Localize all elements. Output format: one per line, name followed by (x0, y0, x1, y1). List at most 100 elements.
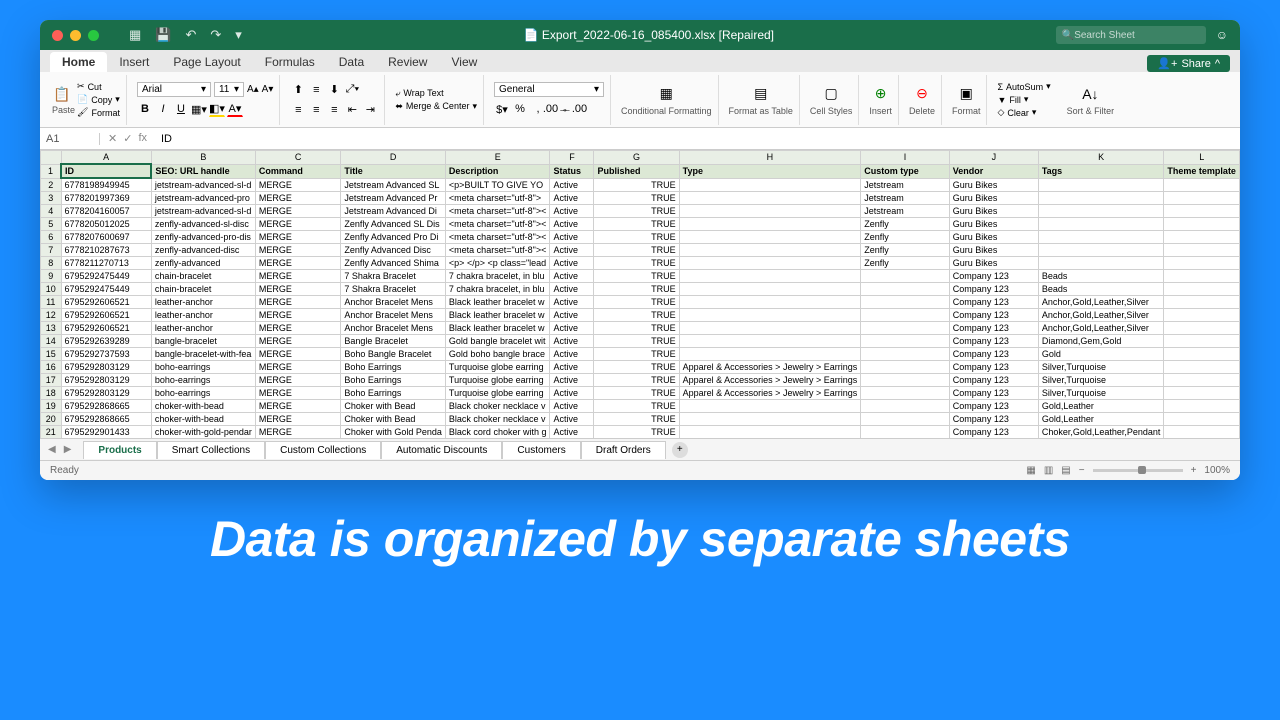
insert-button[interactable]: ⊕Insert (863, 75, 899, 125)
currency-icon[interactable]: $▾ (494, 101, 510, 117)
cell[interactable]: TRUE (594, 192, 679, 205)
cell[interactable]: Boho Earrings (341, 361, 446, 374)
cell[interactable] (861, 270, 950, 283)
col-header[interactable] (41, 151, 62, 165)
sheet-tab-automatic-discounts[interactable]: Automatic Discounts (381, 441, 502, 459)
cell[interactable]: MERGE (255, 244, 340, 257)
row-header[interactable]: 11 (41, 296, 62, 309)
cell[interactable]: Active (550, 387, 594, 400)
col-header[interactable]: F (550, 151, 594, 165)
row-header[interactable]: 15 (41, 348, 62, 361)
cell[interactable] (679, 231, 861, 244)
cell[interactable] (1038, 244, 1164, 257)
row-header[interactable]: 10 (41, 283, 62, 296)
cell[interactable] (1164, 322, 1240, 335)
cell[interactable]: bangle-bracelet-with-fea (151, 348, 255, 361)
cell[interactable]: <meta charset="utf-8">< (445, 205, 550, 218)
cell[interactable]: Bangle Bracelet (341, 335, 446, 348)
cell[interactable]: Company 123 (949, 309, 1038, 322)
cell[interactable]: Company 123 (949, 361, 1038, 374)
cell[interactable]: Active (550, 335, 594, 348)
row-header[interactable]: 17 (41, 374, 62, 387)
cell[interactable]: Active (550, 374, 594, 387)
prev-sheet-icon[interactable]: ◀ (48, 444, 56, 455)
cell[interactable]: Gold bangle bracelet wit (445, 335, 550, 348)
cell[interactable] (679, 244, 861, 257)
cell[interactable] (1038, 257, 1164, 270)
zoom-slider[interactable] (1093, 469, 1183, 472)
cell[interactable]: Active (550, 205, 594, 218)
cell[interactable]: Active (550, 296, 594, 309)
cell[interactable]: 6778198949945 (61, 178, 151, 192)
cell[interactable]: 6778201997369 (61, 192, 151, 205)
autosum-button[interactable]: Σ AutoSum ▾ (997, 81, 1050, 92)
cell[interactable]: Choker with Bead (341, 400, 446, 413)
cell[interactable]: Choker with Gold Penda (341, 426, 446, 439)
align-right-icon[interactable]: ≡ (326, 102, 342, 118)
cell[interactable]: Anchor Bracelet Mens (341, 296, 446, 309)
indent-inc-icon[interactable]: ⇥ (362, 102, 378, 118)
cell[interactable] (1038, 218, 1164, 231)
cell[interactable] (1164, 231, 1240, 244)
cell[interactable]: Guru Bikes (949, 192, 1038, 205)
fill-color-button[interactable]: ◧▾ (209, 101, 225, 117)
cancel-icon[interactable]: ✕ (108, 132, 117, 145)
cell[interactable]: leather-anchor (151, 309, 255, 322)
cell[interactable]: Zenfly Advanced Shima (341, 257, 446, 270)
zoom-in-icon[interactable]: + (1191, 465, 1197, 476)
cell[interactable]: MERGE (255, 192, 340, 205)
qat-more-icon[interactable]: ▾ (235, 27, 242, 43)
cell[interactable]: MERGE (255, 426, 340, 439)
cell[interactable]: boho-earrings (151, 361, 255, 374)
col-header[interactable]: J (949, 151, 1038, 165)
header-cell[interactable]: Title (341, 164, 446, 178)
view-layout-icon[interactable]: ▥ (1044, 465, 1053, 476)
tab-review[interactable]: Review (376, 52, 439, 72)
percent-icon[interactable]: % (512, 101, 528, 117)
cell[interactable] (861, 426, 950, 439)
home-icon[interactable]: ▦ (129, 27, 141, 43)
cell[interactable]: 6795292868665 (61, 400, 151, 413)
header-cell[interactable]: Description (445, 164, 550, 178)
cell[interactable]: Company 123 (949, 400, 1038, 413)
cell[interactable]: Gold,Leather (1038, 400, 1164, 413)
row-header[interactable]: 1 (41, 164, 62, 178)
cell[interactable]: TRUE (594, 348, 679, 361)
cell[interactable]: Boho Earrings (341, 387, 446, 400)
enter-icon[interactable]: ✓ (123, 132, 132, 145)
cell[interactable]: 7 Shakra Bracelet (341, 283, 446, 296)
cell[interactable]: 6795292901433 (61, 426, 151, 439)
cell[interactable]: zenfly-advanced (151, 257, 255, 270)
cell[interactable] (1164, 335, 1240, 348)
row-header[interactable]: 7 (41, 244, 62, 257)
cell[interactable]: Gold (1038, 348, 1164, 361)
cell[interactable]: Black leather bracelet w (445, 322, 550, 335)
cell[interactable]: MERGE (255, 361, 340, 374)
view-normal-icon[interactable]: ▦ (1026, 465, 1035, 476)
cell[interactable] (1164, 178, 1240, 192)
cell[interactable] (679, 283, 861, 296)
cell[interactable]: TRUE (594, 309, 679, 322)
copy-button[interactable]: 📄 Copy ▾ (77, 94, 120, 105)
cell[interactable] (1038, 178, 1164, 192)
cell[interactable]: Boho Bangle Bracelet (341, 348, 446, 361)
underline-button[interactable]: U (173, 101, 189, 117)
cell[interactable]: TRUE (594, 374, 679, 387)
cell[interactable]: jetstream-advanced-sl-d (151, 205, 255, 218)
header-cell[interactable]: Vendor (949, 164, 1038, 178)
header-cell[interactable]: SEO: URL handle (151, 164, 255, 178)
cell[interactable] (861, 335, 950, 348)
cell[interactable]: chain-bracelet (151, 270, 255, 283)
cell[interactable]: MERGE (255, 205, 340, 218)
cell[interactable]: Zenfly Advanced SL Dis (341, 218, 446, 231)
cell[interactable]: Beads (1038, 283, 1164, 296)
cell[interactable]: Turquoise globe earring (445, 374, 550, 387)
cell[interactable]: Anchor,Gold,Leather,Silver (1038, 322, 1164, 335)
sort-filter-button[interactable]: A↓Sort & Filter (1061, 75, 1121, 125)
cell[interactable]: Zenfly Advanced Disc (341, 244, 446, 257)
cell[interactable]: Apparel & Accessories > Jewelry > Earrin… (679, 387, 861, 400)
cell[interactable]: Jetstream Advanced SL (341, 178, 446, 192)
cell[interactable] (679, 257, 861, 270)
row-header[interactable]: 5 (41, 218, 62, 231)
undo-icon[interactable]: ↶ (185, 27, 196, 43)
